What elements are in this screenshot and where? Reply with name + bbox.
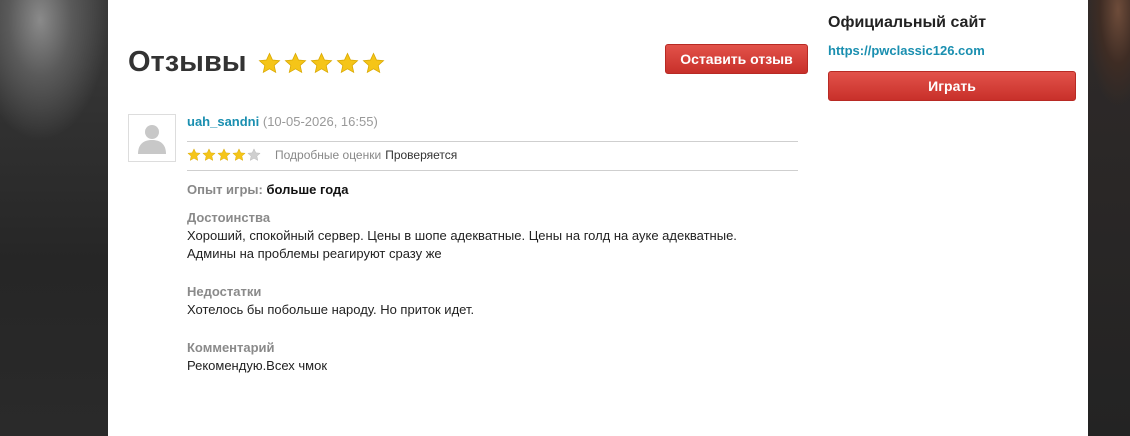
star-filled-icon xyxy=(362,52,385,75)
official-site-link[interactable]: https://pwclassic126.com xyxy=(828,43,985,59)
official-site-title: Официальный сайт xyxy=(828,14,987,31)
star-filled-icon xyxy=(336,52,359,75)
experience-label: Опыт игры: xyxy=(187,182,263,197)
content-page: Отзывы Оставить отзыв Официальный сайт h… xyxy=(108,0,1088,436)
star-filled-icon xyxy=(217,148,231,162)
user-silhouette-icon xyxy=(138,125,166,154)
cons-label: Недостатки xyxy=(187,284,262,299)
divider xyxy=(187,170,798,171)
overall-rating-stars xyxy=(258,52,385,75)
review-header: uah_sandni (10-05-2026, 16:55) xyxy=(187,114,378,130)
review-username[interactable]: uah_sandni xyxy=(187,114,259,129)
divider xyxy=(187,141,798,142)
star-filled-icon xyxy=(232,148,246,162)
pros-text: Хороший, спокойный сервер. Цены в шопе а… xyxy=(187,228,737,261)
leave-review-button[interactable]: Оставить отзыв xyxy=(665,44,808,74)
cons-text: Хотелось бы побольше народу. Но приток и… xyxy=(187,302,475,317)
star-filled-icon xyxy=(258,52,281,75)
star-filled-icon xyxy=(310,52,333,75)
star-filled-icon xyxy=(187,148,201,162)
experience-row: Опыт игры: больше года xyxy=(187,182,349,198)
review-date: (10-05-2026, 16:55) xyxy=(262,114,378,129)
background-left xyxy=(0,0,108,436)
rating-status: Проверяется xyxy=(385,148,458,162)
star-empty-icon xyxy=(247,148,261,162)
avatar xyxy=(128,114,176,162)
comment-label: Комментарий xyxy=(187,340,275,355)
star-filled-icon xyxy=(202,148,216,162)
star-filled-icon xyxy=(284,52,307,75)
play-button[interactable]: Играть xyxy=(828,71,1076,101)
comment-text: Рекомендую.Всех чмок xyxy=(187,358,328,373)
review-rating-row: Подробные оценки Проверяется xyxy=(187,147,457,163)
pros-label: Достоинства xyxy=(187,210,271,225)
experience-value: больше года xyxy=(266,182,349,197)
page-title: Отзывы xyxy=(128,46,247,78)
detailed-ratings-label[interactable]: Подробные оценки xyxy=(275,148,381,162)
review-rating-stars xyxy=(187,148,261,162)
background-right xyxy=(1088,0,1130,436)
